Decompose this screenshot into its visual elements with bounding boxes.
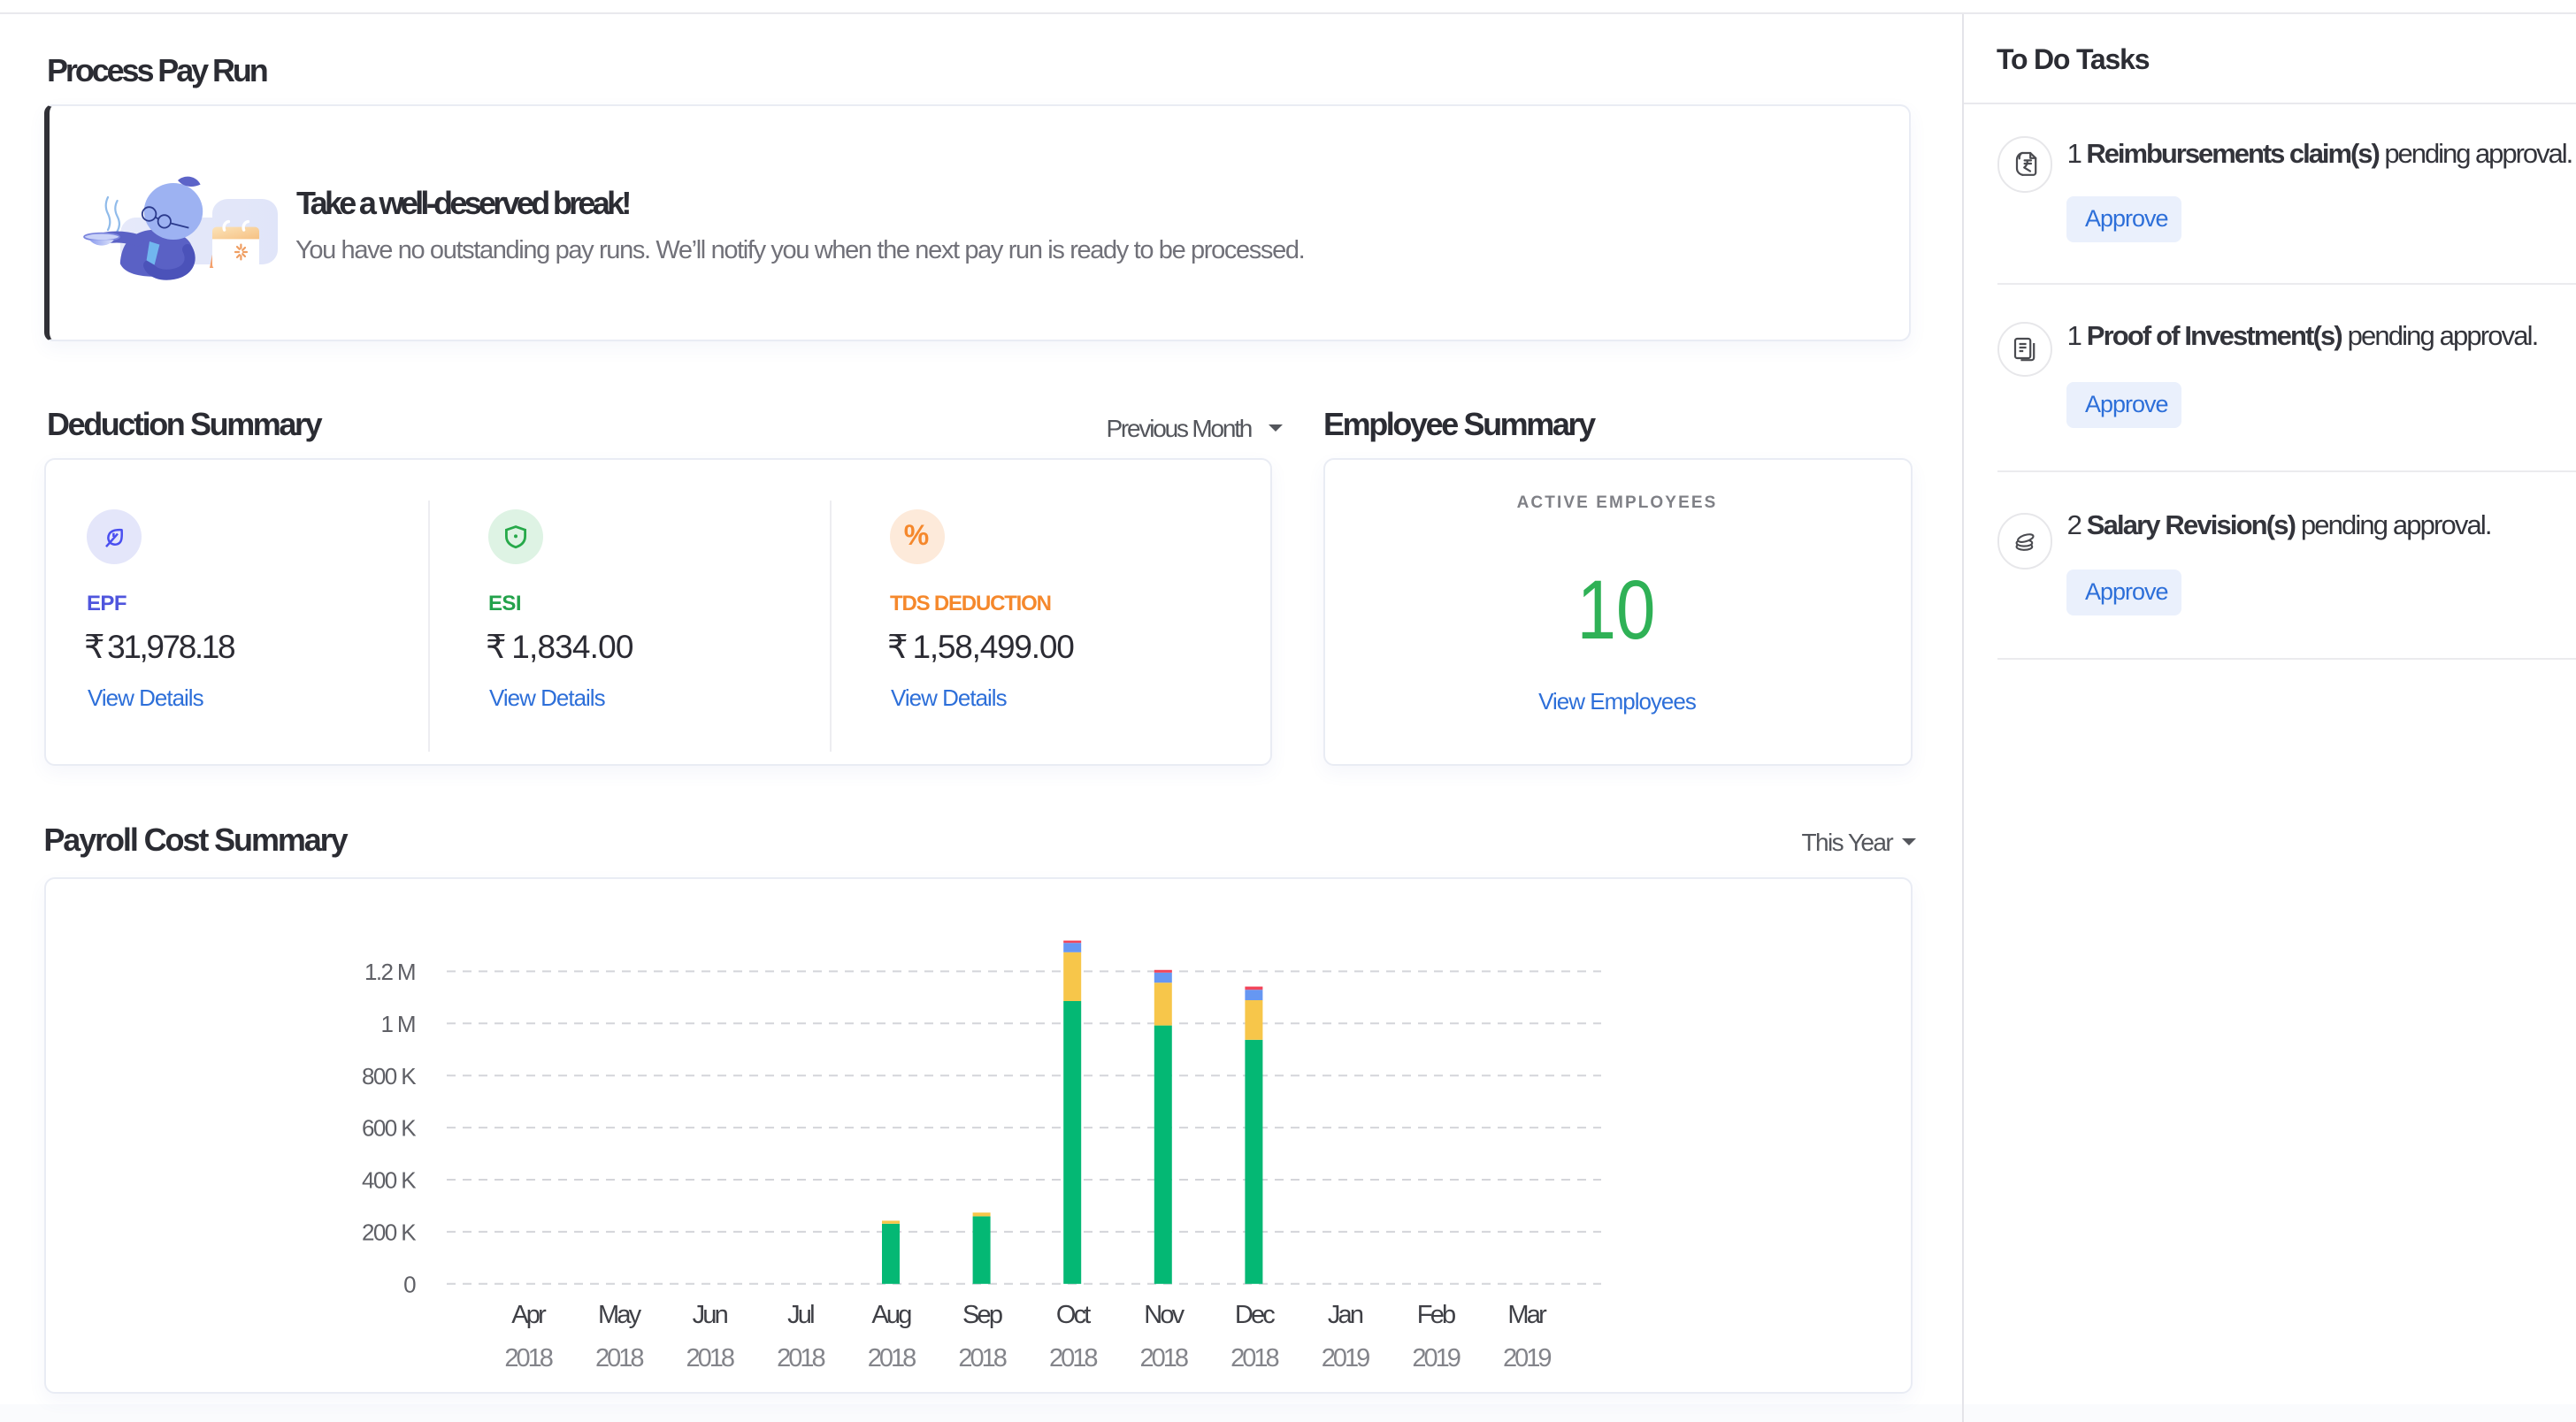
svg-text:Aug: Aug xyxy=(871,1301,911,1329)
svg-text:2018: 2018 xyxy=(504,1344,552,1372)
svg-text:200 K: 200 K xyxy=(362,1219,417,1246)
svg-text:Mar: Mar xyxy=(1507,1301,1547,1329)
svg-text:2019: 2019 xyxy=(1322,1344,1369,1372)
svg-text:Sep: Sep xyxy=(962,1301,1002,1329)
svg-text:0: 0 xyxy=(403,1271,416,1297)
svg-text:2018: 2018 xyxy=(1230,1344,1278,1372)
svg-text:Feb: Feb xyxy=(1417,1301,1455,1329)
svg-text:Dec: Dec xyxy=(1235,1301,1275,1329)
svg-text:2018: 2018 xyxy=(958,1344,1006,1372)
svg-text:800 K: 800 K xyxy=(362,1063,417,1089)
svg-text:2019: 2019 xyxy=(1503,1344,1551,1372)
svg-text:1.2 M: 1.2 M xyxy=(364,959,415,985)
svg-text:2018: 2018 xyxy=(686,1344,734,1372)
svg-text:Oct: Oct xyxy=(1056,1301,1091,1329)
svg-text:2018: 2018 xyxy=(777,1344,824,1372)
svg-text:Apr: Apr xyxy=(511,1301,547,1329)
svg-text:400 K: 400 K xyxy=(362,1167,417,1194)
svg-text:Nov: Nov xyxy=(1144,1301,1184,1329)
svg-text:2018: 2018 xyxy=(595,1344,643,1372)
svg-text:600 K: 600 K xyxy=(362,1115,417,1142)
svg-text:2018: 2018 xyxy=(1049,1344,1097,1372)
svg-text:2018: 2018 xyxy=(1140,1344,1188,1372)
svg-text:2018: 2018 xyxy=(868,1344,916,1372)
svg-text:Jul: Jul xyxy=(787,1301,814,1329)
svg-text:Jun: Jun xyxy=(693,1301,728,1329)
svg-text:Jan: Jan xyxy=(1328,1301,1363,1329)
svg-text:May: May xyxy=(598,1301,642,1329)
svg-text:2019: 2019 xyxy=(1412,1344,1460,1372)
svg-text:1 M: 1 M xyxy=(380,1011,415,1037)
